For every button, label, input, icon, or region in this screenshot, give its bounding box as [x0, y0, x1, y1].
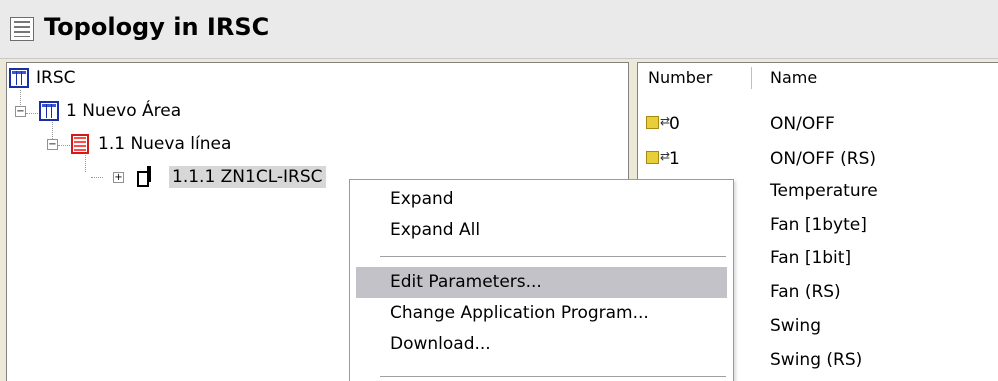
tree-item-label[interactable]: IRSC: [33, 67, 79, 89]
object-name: Fan (RS): [770, 282, 841, 302]
area-grid-icon: [39, 101, 59, 121]
object-name: ON/OFF: [770, 114, 835, 134]
context-menu: Expand Expand All Edit Parameters... Cha…: [349, 179, 734, 381]
tree-item-root[interactable]: IRSC: [7, 65, 79, 91]
tree-item-label[interactable]: 1 Nuevo Área: [63, 100, 184, 122]
group-object-icon: ⇄: [646, 149, 670, 166]
object-name: Temperature: [770, 181, 878, 201]
line-icon: [71, 134, 89, 154]
object-name: Fan [1byte]: [770, 215, 867, 235]
expand-icon[interactable]: +: [113, 172, 124, 183]
group-object-icon: ⇄: [646, 114, 670, 131]
project-grid-icon: [9, 68, 29, 88]
tree-item-label[interactable]: 1.1 Nueva línea: [95, 133, 234, 155]
list-header: Number Name: [638, 63, 998, 93]
menu-item-edit-parameters[interactable]: Edit Parameters...: [356, 267, 727, 298]
menu-item-expand[interactable]: Expand: [356, 184, 727, 215]
tree-item-line[interactable]: − 1.1 Nueva línea: [7, 131, 234, 157]
menu-item-download[interactable]: Download...: [356, 329, 727, 360]
tree-item-area[interactable]: − 1 Nuevo Área: [7, 98, 184, 124]
title-bar: Topology in IRSC: [0, 0, 998, 59]
object-name: ON/OFF (RS): [770, 149, 877, 169]
device-icon: [137, 166, 157, 188]
tree-item-device[interactable]: + 1.1.1 ZN1CL-IRSC: [7, 164, 326, 190]
column-header-number[interactable]: Number: [648, 68, 712, 87]
topology-window-icon: [10, 17, 34, 41]
column-divider[interactable]: [751, 67, 752, 89]
menu-separator: [380, 376, 726, 378]
list-item[interactable]: ⇄ 1 ON/OFF (RS): [638, 145, 998, 173]
tree-item-label-selected[interactable]: 1.1.1 ZN1CL-IRSC: [169, 166, 326, 188]
menu-item-change-application-program[interactable]: Change Application Program...: [356, 298, 727, 329]
menu-separator: [380, 256, 726, 258]
object-name: Fan [1bit]: [770, 248, 852, 268]
object-number: 1: [669, 149, 680, 169]
window-title: Topology in IRSC: [44, 13, 270, 41]
object-number: 0: [669, 114, 680, 134]
list-item[interactable]: ⇄ 0 ON/OFF: [638, 110, 998, 138]
object-name: Swing: [770, 316, 821, 336]
collapse-icon[interactable]: −: [47, 139, 58, 150]
column-header-name[interactable]: Name: [770, 68, 817, 87]
collapse-icon[interactable]: −: [15, 106, 26, 117]
menu-item-expand-all[interactable]: Expand All: [356, 215, 727, 246]
object-name: Swing (RS): [770, 350, 863, 370]
